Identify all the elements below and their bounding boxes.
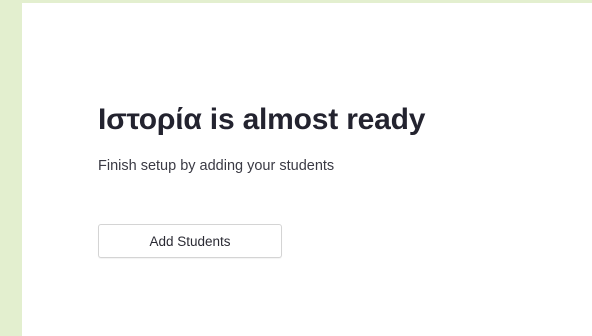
setup-panel: Ιστορία is almost ready Finish setup by … (22, 3, 592, 336)
setup-subtitle: Finish setup by adding your students (98, 158, 335, 174)
add-students-button[interactable]: Add Students (98, 224, 282, 258)
page-title: Ιστορία is almost ready (98, 103, 426, 136)
